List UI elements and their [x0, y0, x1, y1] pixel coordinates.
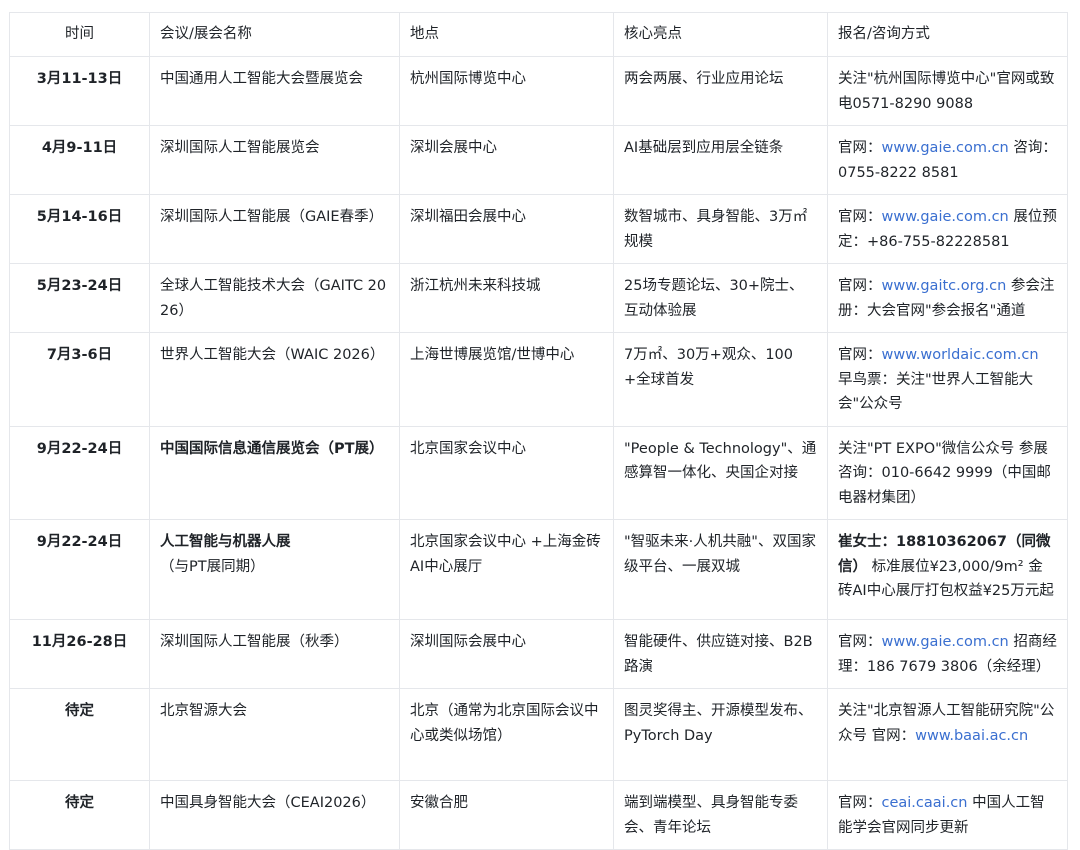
event-table: 时间 会议/展会名称 地点 核心亮点 报名/咨询方式 3月11-13日 中国通用…	[9, 12, 1068, 850]
cell-contact: 官网：www.gaie.com.cn 咨询：0755-8222 8581	[827, 125, 1068, 195]
website-link[interactable]: ceai.caai.cn	[882, 795, 968, 811]
cell-highlights: 端到端模型、具身智能专委会、青年论坛	[613, 780, 828, 850]
contact-text: 官网：	[838, 347, 882, 363]
website-link[interactable]: www.gaie.com.cn	[882, 634, 1009, 650]
cell-time: 3月11-13日	[9, 56, 150, 126]
cell-location: 深圳会展中心	[399, 125, 614, 195]
cell-name: 全球人工智能技术大会（GAITC 2026）	[149, 263, 400, 333]
cell-time: 7月3-6日	[9, 332, 150, 427]
cell-location: 浙江杭州未来科技城	[399, 263, 614, 333]
cell-highlights: 图灵奖得主、开源模型发布、PyTorch Day	[613, 688, 828, 781]
cell-highlights: "People & Technology"、通感算智一体化、央国企对接	[613, 425, 828, 520]
cell-time: 9月22-24日	[9, 519, 150, 620]
event-name-bold: 人工智能与机器人展	[160, 534, 291, 550]
website-link[interactable]: www.gaitc.org.cn	[882, 278, 1007, 294]
cell-name: 北京智源大会	[149, 688, 400, 781]
cell-highlights: 智能硬件、供应链对接、B2B路演	[613, 619, 828, 689]
header-time: 时间	[9, 12, 150, 57]
cell-highlights: 7万㎡、30万+观众、100+全球首发	[613, 332, 828, 427]
cell-location: 安徽合肥	[399, 780, 614, 850]
table-row: 待定 北京智源大会 北京（通常为北京国际会议中心或类似场馆） 图灵奖得主、开源模…	[9, 688, 1068, 781]
header-highlights: 核心亮点	[613, 12, 828, 57]
cell-highlights: "智驱未来·人机共融"、双国家级平台、一展双城	[613, 519, 828, 620]
table-row: 7月3-6日 世界人工智能大会（WAIC 2026） 上海世博展览馆/世博中心 …	[9, 332, 1068, 427]
website-link[interactable]: www.gaie.com.cn	[882, 209, 1009, 225]
contact-text: 官网：	[838, 140, 882, 156]
cell-contact: 官网：www.gaitc.org.cn 参会注册：大会官网"参会报名"通道	[827, 263, 1068, 333]
cell-time: 9月22-24日	[9, 425, 150, 520]
cell-name: 深圳国际人工智能展（秋季）	[149, 619, 400, 689]
event-name-bold: 中国国际信息通信展览会（PT展）	[160, 440, 384, 457]
table-row: 待定 中国具身智能大会（CEAI2026） 安徽合肥 端到端模型、具身智能专委会…	[9, 780, 1068, 850]
contact-text: 早鸟票：关注"世界人工智能大会"公众号	[838, 371, 1034, 413]
cell-location: 深圳国际会展中心	[399, 619, 614, 689]
header-contact: 报名/咨询方式	[827, 12, 1068, 57]
contact-text: 官网：	[838, 278, 882, 294]
cell-time: 11月26-28日	[9, 619, 150, 689]
cell-name: 深圳国际人工智能展览会	[149, 125, 400, 195]
table-row: 5月23-24日 全球人工智能技术大会（GAITC 2026） 浙江杭州未来科技…	[9, 263, 1068, 333]
cell-name: 人工智能与机器人展 （与PT展同期）	[149, 519, 400, 620]
cell-location: 北京国家会议中心 +上海金砖AI中心展厅	[399, 519, 614, 620]
table-row: 5月14-16日 深圳国际人工智能展（GAIE春季） 深圳福田会展中心 数智城市…	[9, 194, 1068, 264]
cell-name: 中国具身智能大会（CEAI2026）	[149, 780, 400, 850]
contact-text: 关注"PT EXPO"微信公众号 参展咨询：010-6642 9999（中国邮电…	[838, 440, 1051, 506]
event-name-note: （与PT展同期）	[160, 558, 265, 575]
cell-highlights: 25场专题论坛、30+院士、互动体验展	[613, 263, 828, 333]
website-link[interactable]: www.gaie.com.cn	[882, 140, 1009, 156]
cell-location: 深圳福田会展中心	[399, 194, 614, 264]
cell-time: 5月14-16日	[9, 194, 150, 264]
cell-location: 北京国家会议中心	[399, 425, 614, 520]
cell-time: 5月23-24日	[9, 263, 150, 333]
cell-name: 深圳国际人工智能展（GAIE春季）	[149, 194, 400, 264]
cell-location: 杭州国际博览中心	[399, 56, 614, 126]
cell-contact: 官网：www.worldaic.com.cn 早鸟票：关注"世界人工智能大会"公…	[827, 332, 1068, 427]
cell-contact: 崔女士：18810362067（同微信） 标准展位¥23,000/9m² 金砖A…	[827, 519, 1068, 620]
table-row: 4月9-11日 深圳国际人工智能展览会 深圳会展中心 AI基础层到应用层全链条 …	[9, 125, 1068, 195]
contact-text: 标准展位¥23,000/9m² 金砖AI中心展厅打包权益¥25万元起	[838, 558, 1054, 600]
cell-contact: 官网：ceai.caai.cn 中国人工智能学会官网同步更新	[827, 780, 1068, 850]
cell-name: 世界人工智能大会（WAIC 2026）	[149, 332, 400, 427]
cell-time: 待定	[9, 780, 150, 850]
cell-location: 北京（通常为北京国际会议中心或类似场馆）	[399, 688, 614, 781]
contact-text: 官网：	[838, 634, 882, 650]
website-link[interactable]: www.worldaic.com.cn	[882, 347, 1039, 363]
cell-contact: 官网：www.gaie.com.cn 招商经理：186 7679 3806（余经…	[827, 619, 1068, 689]
cell-name: 中国通用人工智能大会暨展览会	[149, 56, 400, 126]
header-name: 会议/展会名称	[149, 12, 400, 57]
cell-contact: 关注"北京智源人工智能研究院"公众号 官网：www.baai.ac.cn	[827, 688, 1068, 781]
table-row: 11月26-28日 深圳国际人工智能展（秋季） 深圳国际会展中心 智能硬件、供应…	[9, 619, 1068, 689]
event-table-container: 时间 会议/展会名称 地点 核心亮点 报名/咨询方式 3月11-13日 中国通用…	[9, 12, 1068, 850]
cell-location: 上海世博展览馆/世博中心	[399, 332, 614, 427]
table-row: 3月11-13日 中国通用人工智能大会暨展览会 杭州国际博览中心 两会两展、行业…	[9, 56, 1068, 126]
contact-text: 关注"杭州国际博览中心"官网或致电0571-8290 9088	[838, 71, 1055, 112]
cell-contact: 官网：www.gaie.com.cn 展位预定：+86-755-82228581	[827, 194, 1068, 264]
cell-contact: 关注"PT EXPO"微信公众号 参展咨询：010-6642 9999（中国邮电…	[827, 425, 1068, 520]
table-header-row: 时间 会议/展会名称 地点 核心亮点 报名/咨询方式	[9, 12, 1068, 57]
cell-name: 中国国际信息通信展览会（PT展）	[149, 425, 400, 520]
cell-time: 4月9-11日	[9, 125, 150, 195]
cell-highlights: AI基础层到应用层全链条	[613, 125, 828, 195]
cell-highlights: 两会两展、行业应用论坛	[613, 56, 828, 126]
cell-highlights: 数智城市、具身智能、3万㎡规模	[613, 194, 828, 264]
cell-time: 待定	[9, 688, 150, 781]
contact-text: 官网：	[838, 795, 882, 811]
contact-text: 官网：	[838, 209, 882, 225]
cell-contact: 关注"杭州国际博览中心"官网或致电0571-8290 9088	[827, 56, 1068, 126]
table-row: 9月22-24日 中国国际信息通信展览会（PT展） 北京国家会议中心 "Peop…	[9, 425, 1068, 520]
header-location: 地点	[399, 12, 614, 57]
table-row: 9月22-24日 人工智能与机器人展 （与PT展同期） 北京国家会议中心 +上海金…	[9, 519, 1068, 620]
website-link[interactable]: www.baai.ac.cn	[915, 728, 1028, 744]
